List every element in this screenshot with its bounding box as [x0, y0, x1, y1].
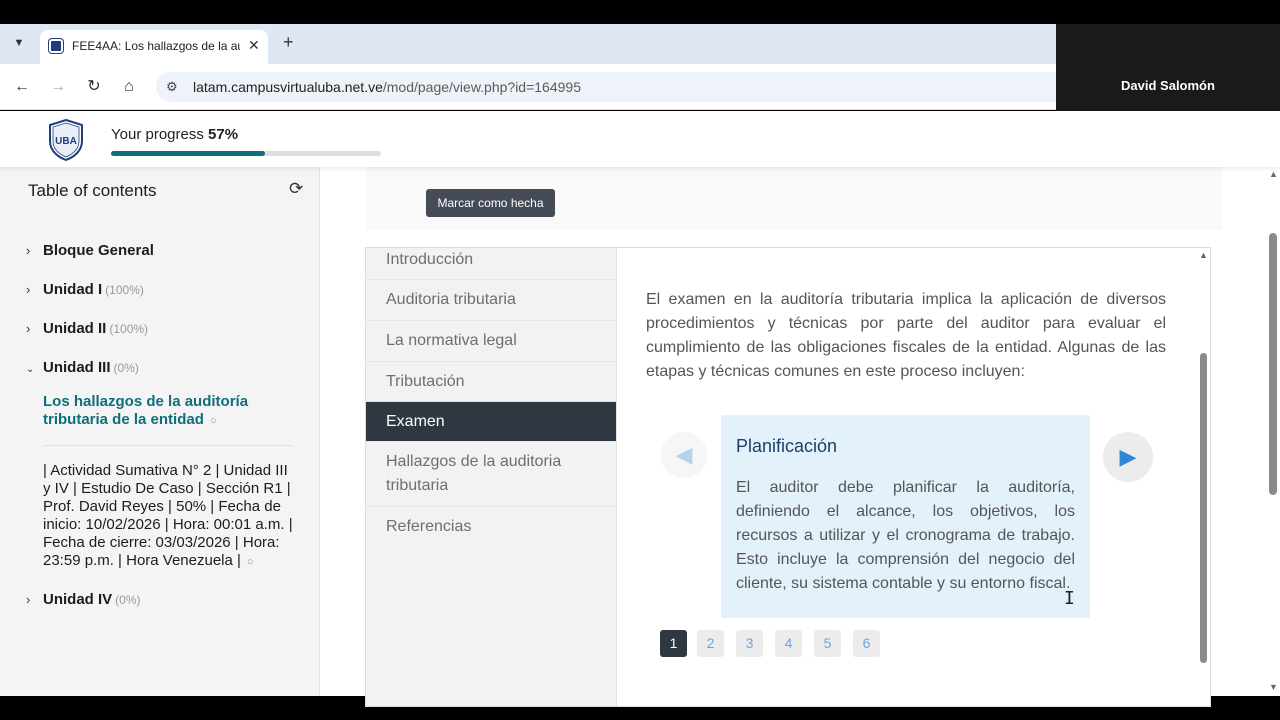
toc-item-label: Unidad II [43, 320, 107, 337]
progress-bar [111, 151, 381, 156]
card-title: Planificación [736, 436, 838, 456]
toc-item-unidad-iv[interactable]: › Unidad IV (0%) [26, 591, 141, 608]
toc-activity-link[interactable]: | Actividad Sumativa N° 2 | Unidad III y… [43, 462, 295, 571]
chevron-right-icon: › [26, 282, 31, 297]
page-scrollbar-thumb[interactable] [1269, 233, 1277, 495]
scroll-up-arrow-icon[interactable]: ▲ [1269, 169, 1278, 179]
lesson-menu-item-examen[interactable]: Examen [366, 402, 616, 442]
back-arrow-icon[interactable]: ← [11, 76, 33, 98]
tab-title: FEE4AA: Los hallazgos de la audi [72, 39, 240, 53]
toc-item-unidad-i[interactable]: › Unidad I (100%) [26, 281, 144, 298]
reload-icon[interactable]: ↻ [83, 76, 105, 98]
lesson-scrollbar-thumb[interactable] [1200, 353, 1207, 663]
browser-tab[interactable]: FEE4AA: Los hallazgos de la audi ✕ [40, 30, 268, 64]
toc-item-label: Bloque General [43, 242, 154, 259]
web-page: UBA Your progress 57% Table of contents … [0, 111, 1280, 707]
toc-item-unidad-iii[interactable]: ⌄ Unidad III (0%) [26, 359, 139, 376]
main-content: Marcar como hecha Introducción Auditoria… [320, 167, 1280, 707]
lesson-menu-item-referencias[interactable]: Referencias [366, 507, 616, 547]
activity-header: Marcar como hecha [366, 167, 1222, 230]
lesson-menu-item-tributacion[interactable]: Tributación [366, 362, 616, 402]
mark-done-button[interactable]: Marcar como hecha [426, 189, 555, 217]
lesson-menu-item-hallazgos[interactable]: Hallazgos de la auditoria tributaria [366, 442, 616, 507]
pager-button-4[interactable]: 4 [775, 630, 802, 657]
forward-arrow-icon[interactable]: → [47, 76, 69, 98]
toc-item-label: Unidad IV [43, 591, 113, 608]
scroll-up-arrow-icon[interactable]: ▲ [1199, 250, 1208, 260]
favicon-icon [49, 39, 63, 53]
chevron-down-icon: ⌄ [26, 364, 35, 375]
pager-button-1[interactable]: 1 [660, 630, 687, 657]
lesson-menu: Introducción Auditoria tributaria La nor… [366, 248, 617, 706]
toc-item-label: Unidad III [43, 359, 111, 376]
toc-active-page-link[interactable]: Los hallazgos de la auditoría tributaria… [43, 393, 283, 430]
close-icon[interactable]: ✕ [248, 37, 260, 54]
progress-bar-fill [111, 151, 265, 156]
chevron-right-icon: › [26, 321, 31, 336]
toc-item-unidad-ii[interactable]: › Unidad II (100%) [26, 320, 148, 337]
card-body: El auditor debe planificar la auditoría,… [736, 479, 1075, 592]
uba-logo-icon: UBA [49, 119, 83, 161]
divider [43, 445, 293, 446]
carousel-card: Planificación El auditor debe planificar… [721, 415, 1090, 618]
carousel-next-arrow-icon[interactable]: ▶ [1103, 432, 1153, 482]
chevron-right-icon: › [26, 243, 31, 258]
logo-text: UBA [55, 136, 77, 147]
text-cursor-icon: I [1064, 588, 1075, 609]
refresh-icon[interactable]: ⟳ [289, 179, 303, 199]
address-bar[interactable]: ⚙ latam.campusvirtualuba.net.ve/mod/page… [156, 72, 1156, 102]
pager-button-6[interactable]: 6 [853, 630, 880, 657]
url-text: latam.campusvirtualuba.net.ve/mod/page/v… [193, 79, 581, 95]
progress-label: Your progress 57% [111, 126, 238, 143]
toc-active-page-label: Los hallazgos de la auditoría tributaria… [43, 393, 249, 428]
tab-search-chevron-down-icon[interactable]: ▼ [8, 32, 30, 54]
toc-item-percent: (0%) [115, 593, 141, 607]
lesson-menu-item-introduccion[interactable]: Introducción [366, 248, 616, 280]
chevron-right-icon: › [26, 592, 31, 607]
scroll-down-arrow-icon[interactable]: ▼ [1269, 682, 1278, 692]
url-host: latam.campusvirtualuba.net.ve [193, 79, 383, 95]
new-tab-plus-icon[interactable]: + [283, 33, 294, 51]
carousel-prev-arrow-icon[interactable]: ◀ [661, 432, 707, 478]
home-icon[interactable]: ⌂ [118, 76, 140, 98]
incomplete-circle-icon: ○ [246, 556, 254, 568]
participant-name: David Salomón [1121, 78, 1215, 93]
lesson-menu-item-normativa-legal[interactable]: La normativa legal [366, 321, 616, 362]
lesson-scrollbar[interactable]: ▲ [1196, 248, 1210, 706]
page-scrollbar[interactable]: ▲ ▼ [1266, 167, 1280, 696]
site-settings-icon[interactable]: ⚙ [166, 79, 178, 95]
pager-button-2[interactable]: 2 [697, 630, 724, 657]
lesson-menu-item-auditoria-tributaria[interactable]: Auditoria tributaria [366, 280, 616, 321]
url-path: /mod/page/view.php?id=164995 [382, 79, 581, 95]
course-header: UBA Your progress 57% [0, 111, 1280, 167]
toc-item-percent: (100%) [109, 322, 149, 336]
screen: ▼ FEE4AA: Los hallazgos de la audi ✕ + ←… [0, 0, 1280, 720]
pager-button-5[interactable]: 5 [814, 630, 841, 657]
toc-item-percent: (0%) [113, 361, 139, 375]
incomplete-circle-icon: ○ [209, 415, 217, 427]
toc-activity-label: | Actividad Sumativa N° 2 | Unidad III y… [43, 462, 293, 569]
toc-item-percent: (100%) [105, 283, 144, 297]
pager-button-3[interactable]: 3 [736, 630, 763, 657]
toc-title: Table of contents [28, 181, 157, 200]
lesson-body-text: El examen en la auditoría tributaria imp… [646, 291, 1166, 380]
progress-value: 57% [208, 126, 239, 143]
lesson-frame: Introducción Auditoria tributaria La nor… [365, 247, 1211, 707]
table-of-contents: Table of contents ⟳ › Bloque General › Uni… [0, 167, 320, 696]
toc-item-bloque-general[interactable]: › Bloque General [26, 242, 154, 259]
toc-item-label: Unidad I [43, 281, 103, 298]
progress-prefix: Your progress [111, 126, 204, 143]
